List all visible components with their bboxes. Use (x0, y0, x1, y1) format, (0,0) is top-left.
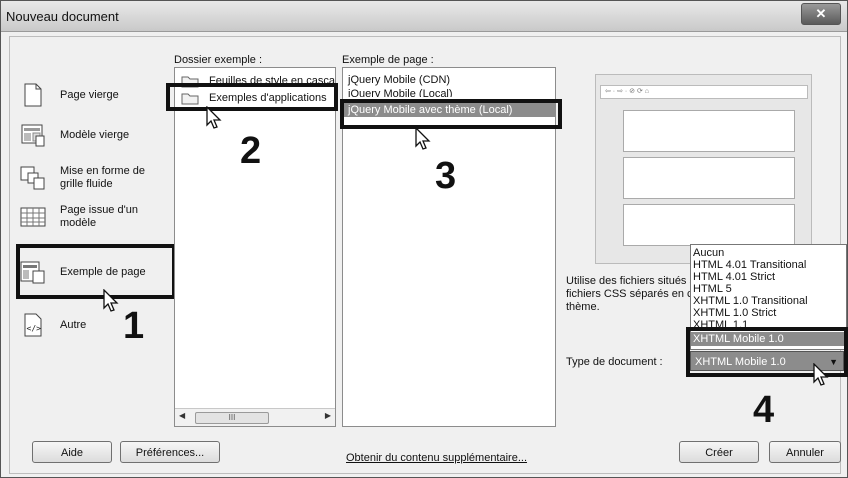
doctype-option[interactable]: XHTML 1.1 (691, 319, 846, 327)
doctype-option[interactable]: HTML 4.01 Strict (691, 271, 846, 283)
category-label: Autre (60, 318, 87, 331)
doctype-option[interactable]: XHTML 1.0 Transitional (691, 295, 846, 307)
callout-number-2: 2 (240, 130, 262, 172)
preview-block (623, 110, 795, 152)
preview-block (623, 157, 795, 199)
window-title: Nouveau document (6, 9, 119, 24)
code-icon: </> (24, 313, 42, 337)
doctype-option[interactable]: HTML 4.01 Transitional (691, 259, 846, 271)
category-autre[interactable]: </> Autre (20, 312, 86, 338)
close-icon[interactable]: ✕ (801, 3, 841, 25)
callout-number-3: 3 (435, 155, 457, 197)
category-label: Page issue d'un modèle (60, 204, 138, 229)
scroll-left-icon[interactable]: ◀ (179, 411, 185, 420)
preview-block (623, 204, 795, 246)
new-document-dialog: Nouveau document ✕ Page vierge Modèle vi… (0, 0, 848, 478)
category-page-vierge[interactable]: Page vierge (20, 82, 119, 108)
category-page-issue-modele[interactable]: Page issue d'un modèle (20, 204, 138, 230)
annuler-button[interactable]: Annuler (769, 441, 841, 463)
category-label: Modèle vierge (60, 128, 130, 141)
doctype-option[interactable]: HTML 5 (691, 283, 846, 295)
dossier-list[interactable]: Feuilles de style en casca Exemples d'ap… (174, 67, 336, 427)
callout-box-3 (340, 99, 562, 129)
category-grille-fluide[interactable]: Mise en forme de grille fluide (20, 165, 145, 191)
sample-description: Utilise des fichiers situés s fichiers C… (566, 275, 695, 313)
aide-button[interactable]: Aide (32, 441, 112, 463)
more-content-link[interactable]: Obtenir du contenu supplémentaire... (346, 452, 527, 464)
page-from-template-icon (20, 207, 46, 227)
scroll-right-icon[interactable]: ▶ (325, 411, 331, 420)
doctype-option[interactable]: XHTML 1.0 Strict (691, 307, 846, 319)
preferences-button[interactable]: Préférences... (120, 441, 220, 463)
callout-number-1: 1 (123, 305, 145, 347)
title-bar: Nouveau document ✕ (1, 1, 847, 32)
category-label: Page vierge (60, 88, 119, 101)
horizontal-scrollbar[interactable]: ◀ III ▶ (175, 408, 335, 426)
mouse-cursor-icon (103, 289, 119, 312)
list-item[interactable]: jQuery Mobile (Local) (343, 87, 555, 97)
creer-button[interactable]: Créer (679, 441, 759, 463)
exemple-header: Exemple de page : (342, 54, 434, 66)
dialog-body: Page vierge Modèle vierge Mise en forme … (9, 36, 848, 474)
mouse-cursor-icon (813, 363, 829, 386)
doctype-option[interactable]: Aucun (691, 247, 846, 259)
callout-box-2 (166, 83, 338, 111)
svg-text:</>: </> (27, 324, 42, 333)
page-preview: ⇦ · ⇨ · ⊘ ⟳ ⌂ (595, 74, 812, 264)
category-modele-vierge[interactable]: Modèle vierge (20, 122, 129, 148)
dossier-header: Dossier exemple : (174, 54, 263, 66)
blank-template-icon (21, 124, 45, 147)
callout-number-4: 4 (753, 389, 775, 431)
preview-browser-bar: ⇦ · ⇨ · ⊘ ⟳ ⌂ (600, 85, 808, 99)
mouse-cursor-icon (415, 127, 431, 150)
doctype-label: Type de document : (566, 356, 663, 368)
scroll-thumb[interactable]: III (195, 412, 269, 424)
mouse-cursor-icon (206, 106, 222, 129)
callout-box-1 (16, 244, 176, 299)
category-label: Mise en forme de grille fluide (60, 165, 145, 190)
fluid-grid-icon (20, 166, 45, 190)
list-item[interactable]: jQuery Mobile (CDN) (343, 73, 555, 87)
blank-page-icon (24, 83, 42, 107)
